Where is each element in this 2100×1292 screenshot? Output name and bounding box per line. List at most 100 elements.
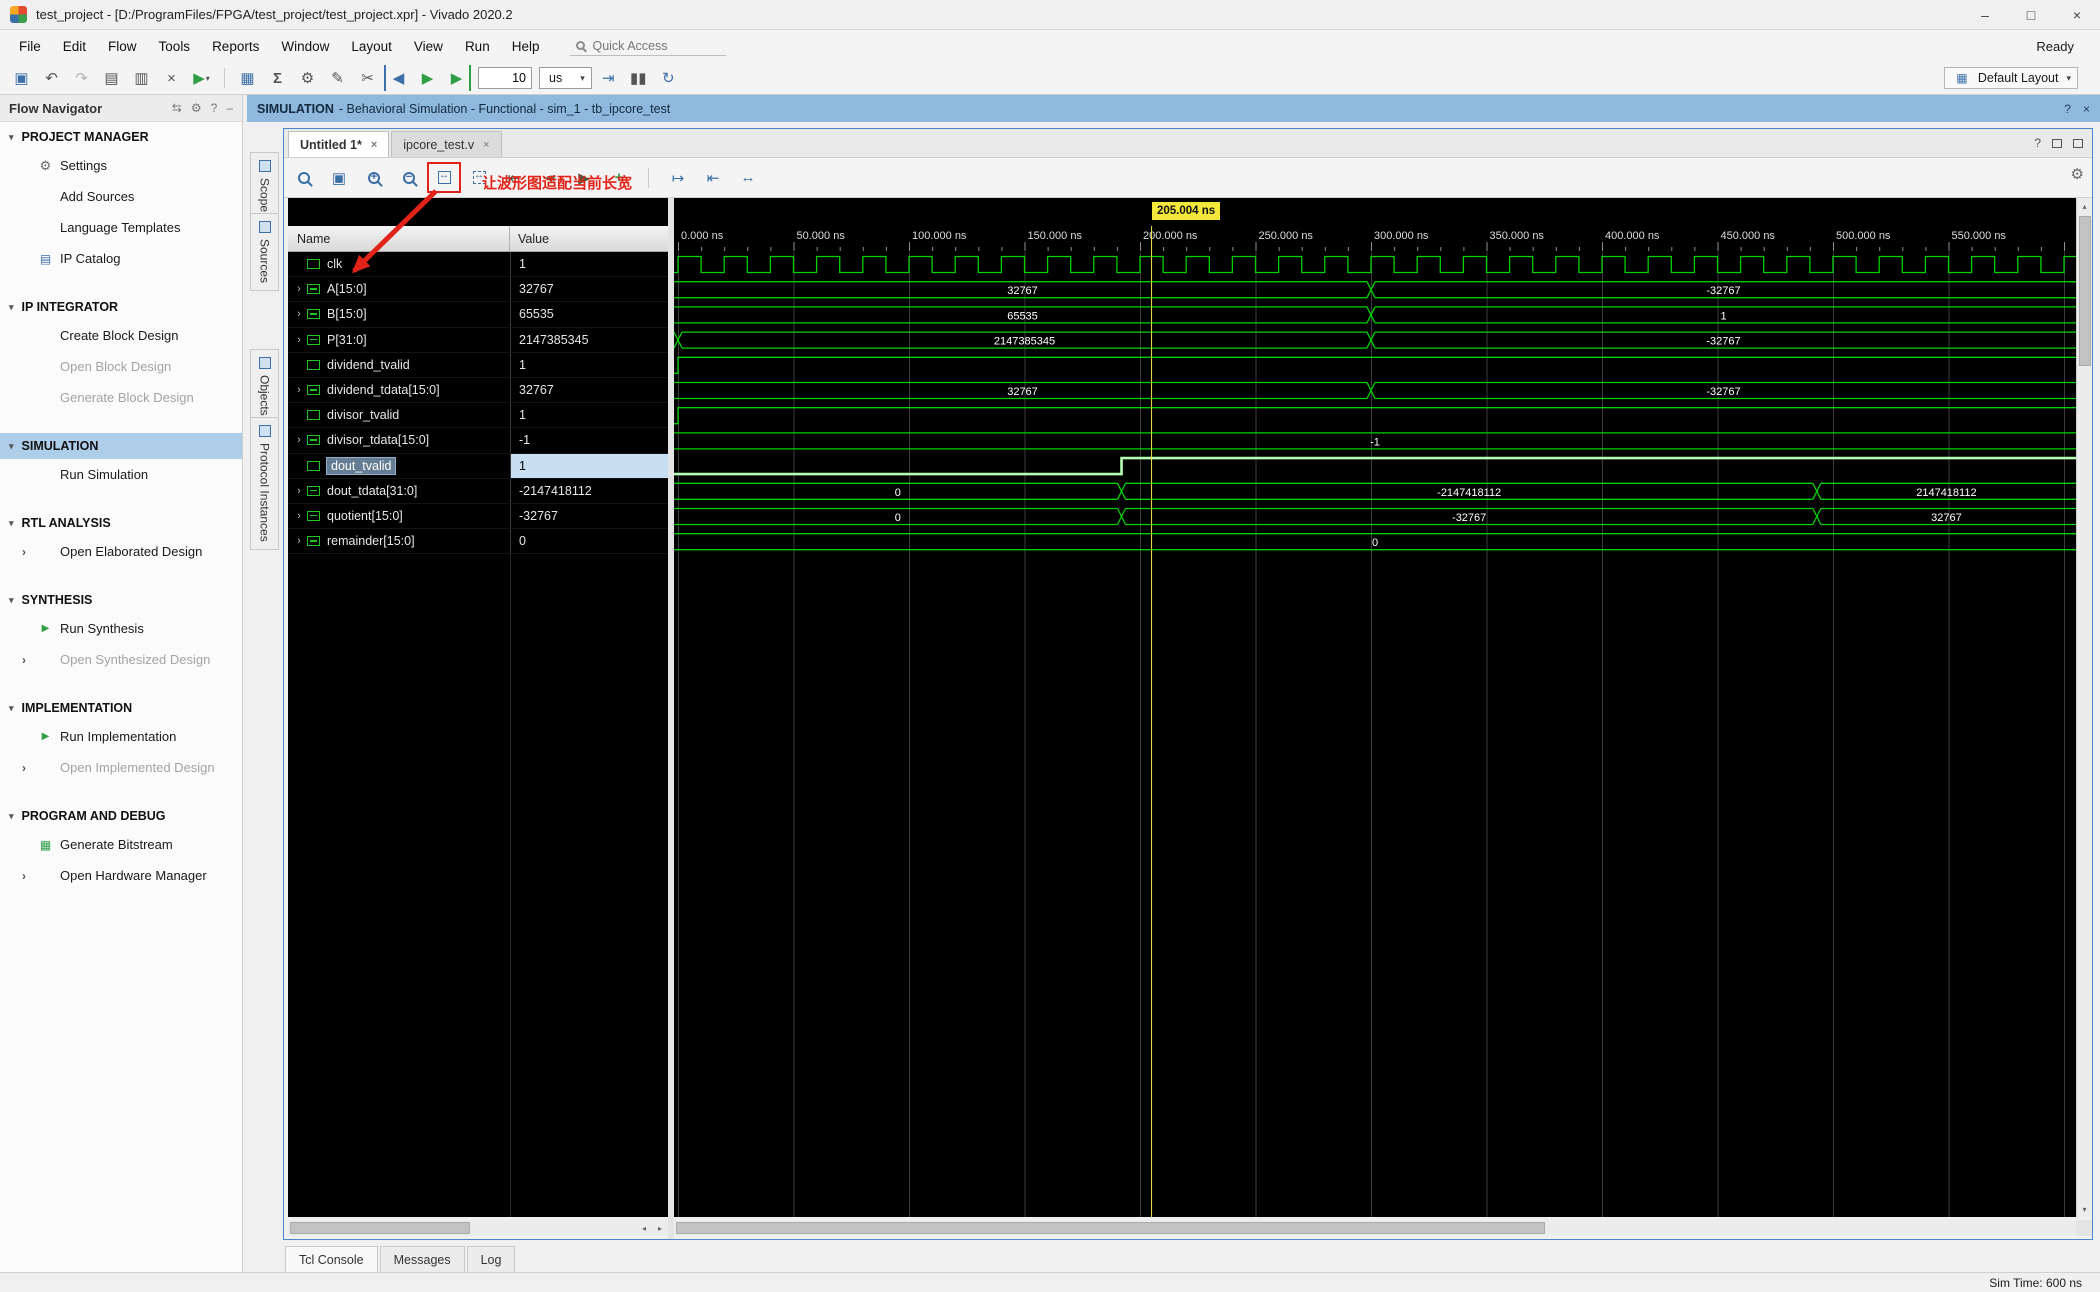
fn-section-header-synthesis[interactable]: ▾ SYNTHESIS [0, 587, 242, 613]
float-icon[interactable] [2052, 138, 2062, 148]
menu-file[interactable]: File [8, 30, 52, 62]
editor-tab-untitled-1[interactable]: Untitled 1* × [288, 131, 390, 157]
wave-settings-gear-icon[interactable]: ⚙ [2071, 165, 2084, 183]
signal-row-clk[interactable]: clk 1 [288, 252, 668, 278]
copy-button[interactable]: ▤ [98, 65, 125, 91]
wave-p-31-0[interactable] [674, 331, 2076, 349]
scrollbar-thumb[interactable] [290, 1222, 470, 1234]
fn-item-open-hardware-manager[interactable]: › Open Hardware Manager [0, 860, 242, 891]
run-all-button[interactable]: ▶ [414, 65, 441, 91]
maximize-panel-icon[interactable] [2073, 138, 2083, 148]
close-panel-icon[interactable]: × [2083, 102, 2090, 116]
waveform-plot-area[interactable]: 205.004 ns 0.000 ns 50.000 ns 100.000 ns 15… [674, 198, 2076, 1217]
name-column-header[interactable]: Name [288, 226, 510, 251]
wave-divisor-tvalid[interactable] [674, 407, 2076, 425]
sim-time-input[interactable] [478, 67, 532, 89]
find-icon[interactable] [292, 166, 316, 190]
menu-tools[interactable]: Tools [148, 30, 202, 62]
run-for-time-button[interactable]: ▶ [444, 65, 471, 91]
dashboard-button[interactable]: ▦ [234, 65, 261, 91]
cursor-time-label[interactable]: 205.004 ns [1152, 202, 1221, 220]
scroll-down-icon[interactable]: ▾ [2077, 1201, 2092, 1217]
side-tab-objects[interactable]: Objects [250, 349, 279, 424]
breakpoint-button[interactable]: ✂ [354, 65, 381, 91]
run-button[interactable]: ▶ ▾ [188, 65, 215, 91]
report-button[interactable]: Σ [264, 65, 291, 91]
menu-reports[interactable]: Reports [201, 30, 270, 62]
wave-quotient-15-0[interactable] [674, 507, 2076, 526]
zoom-in-icon[interactable]: + [362, 166, 386, 190]
scroll-right-icon[interactable]: ▸ [652, 1220, 668, 1236]
menu-flow[interactable]: Flow [97, 30, 148, 62]
wave-hscrollbar[interactable] [674, 1220, 2076, 1236]
bottom-tab-tcl-console[interactable]: Tcl Console [285, 1246, 378, 1272]
signal-row-a-15-0[interactable]: › A[15:0] 32767 [288, 277, 668, 303]
scrollbar-thumb[interactable] [2078, 216, 2091, 366]
fn-item-open-block-design[interactable]: Open Block Design [0, 351, 242, 382]
delete-button[interactable]: × [158, 65, 185, 91]
signal-row-remainder-15-0[interactable]: › remainder[15:0] 0 [288, 529, 668, 555]
menu-window[interactable]: Window [270, 30, 340, 62]
help-icon[interactable]: ? [2034, 136, 2041, 150]
fn-section-header-ip-integrator[interactable]: ▾ IP INTEGRATOR [0, 294, 242, 320]
fn-item-open-synthesized-design[interactable]: › Open Synthesized Design [0, 644, 242, 675]
close-tab-icon[interactable]: × [371, 139, 377, 151]
time-unit-select[interactable]: us ▾ [539, 67, 592, 89]
help-icon[interactable]: ? [2064, 102, 2071, 116]
settings-gears-button[interactable]: ⚙ [294, 65, 321, 91]
bottom-tab-messages[interactable]: Messages [379, 1246, 465, 1272]
save-button[interactable]: ▣ [8, 65, 35, 91]
minimize-button[interactable]: – [1962, 0, 2008, 29]
wave-dout-tvalid[interactable] [674, 456, 2076, 476]
scrollbar-thumb[interactable] [676, 1222, 1546, 1234]
fn-section-header-program-and-debug[interactable]: ▾ PROGRAM AND DEBUG [0, 803, 242, 829]
name-panel-hscrollbar[interactable]: ◂ ▸ [288, 1220, 668, 1236]
fn-item-generate-bitstream[interactable]: ▦ Generate Bitstream [0, 829, 242, 860]
menu-edit[interactable]: Edit [52, 30, 97, 62]
restart-sim-button[interactable]: ◀ [384, 65, 411, 91]
step-button[interactable]: ⇥ [595, 65, 622, 91]
fn-item-run-implementation[interactable]: ▶ Run Implementation [0, 721, 242, 752]
help-icon[interactable]: ? [211, 101, 218, 115]
fn-item-generate-block-design[interactable]: Generate Block Design [0, 382, 242, 413]
fn-item-open-implemented-design[interactable]: › Open Implemented Design [0, 752, 242, 783]
signal-row-divisor-tvalid[interactable]: divisor_tvalid 1 [288, 403, 668, 429]
signal-row-quotient-15-0[interactable]: › quotient[15:0] -32767 [288, 503, 668, 530]
scroll-left-icon[interactable]: ◂ [636, 1220, 652, 1236]
gear-icon[interactable]: ⚙ [191, 101, 202, 115]
wave-dout-tdata-31-0[interactable] [674, 482, 2076, 500]
relaunch-button[interactable]: ↻ [655, 65, 682, 91]
pause-button[interactable]: ▮▮ [625, 65, 652, 91]
signal-row-p-31-0[interactable]: › P[31:0] 2147385345 [288, 327, 668, 353]
fn-section-header-project-manager[interactable]: ▾ PROJECT MANAGER [0, 124, 242, 150]
fn-item-create-block-design[interactable]: Create Block Design [0, 320, 242, 351]
layout-selector[interactable]: ▦ Default Layout ▾ [1943, 67, 2078, 89]
fn-item-open-elaborated-design[interactable]: › Open Elaborated Design [0, 536, 242, 567]
go-to-end-icon[interactable]: ⇤ [701, 166, 725, 190]
paste-button[interactable]: ▥ [128, 65, 155, 91]
side-tab-scope[interactable]: Scope [250, 152, 279, 221]
signal-row-b-15-0[interactable]: › B[15:0] 65535 [288, 302, 668, 328]
editor-tab-ipcore-test-v[interactable]: ipcore_test.v × [391, 131, 502, 157]
collapse-icon[interactable]: ‒ [226, 101, 233, 115]
fn-section-header-rtl-analysis[interactable]: ▾ RTL ANALYSIS [0, 510, 242, 536]
wave-dividend-tvalid[interactable] [674, 356, 2076, 374]
quick-access-search[interactable] [570, 37, 727, 56]
menu-help[interactable]: Help [501, 30, 551, 62]
undo-button[interactable]: ↶ [38, 65, 65, 91]
side-tab-protocol-instances[interactable]: Protocol Instances [250, 417, 279, 550]
fn-section-header-simulation[interactable]: ▾ SIMULATION [0, 433, 242, 459]
signal-row-dividend-tvalid[interactable]: dividend_tvalid 1 [288, 352, 668, 378]
signal-row-dividend-tdata-15-0[interactable]: › dividend_tdata[15:0] 32767 [288, 377, 668, 404]
run-dropdown-caret[interactable]: ▾ [206, 74, 210, 83]
redo-button[interactable]: ↷ [68, 65, 95, 91]
wave-a-15-0[interactable] [674, 281, 2076, 299]
bottom-tab-log[interactable]: Log [466, 1246, 516, 1272]
menu-run[interactable]: Run [454, 30, 501, 62]
signal-row-dout-tvalid[interactable]: dout_tvalid 1 [288, 453, 668, 479]
fn-item-run-simulation[interactable]: Run Simulation [0, 459, 242, 490]
scroll-up-icon[interactable]: ▴ [2077, 198, 2092, 214]
fn-item-run-synthesis[interactable]: ▶ Run Synthesis [0, 613, 242, 644]
wave-b-15-0[interactable] [674, 306, 2076, 324]
fn-item-ip-catalog[interactable]: ▤ IP Catalog [0, 243, 242, 274]
